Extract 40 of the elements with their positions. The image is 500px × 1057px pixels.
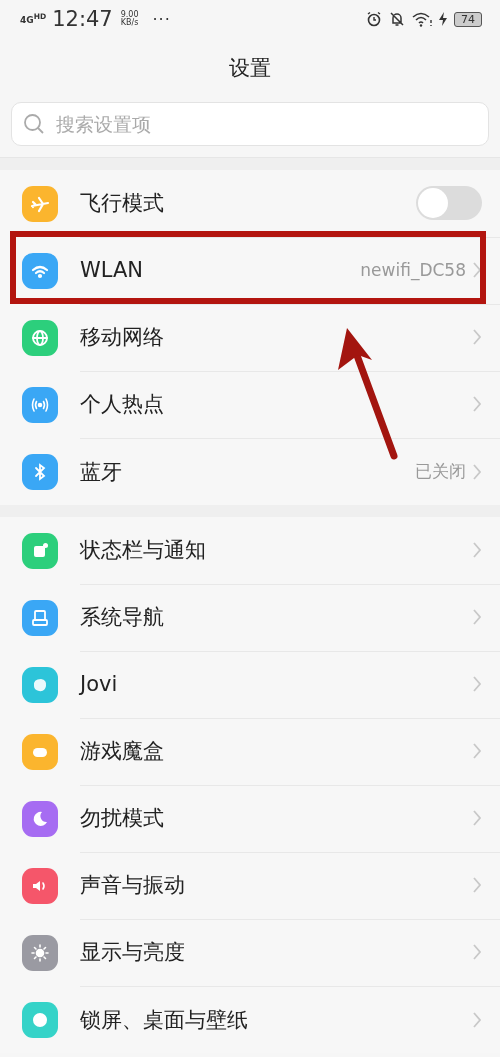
setting-label[interactable]: WLAN <box>80 258 361 282</box>
chevron-icon <box>472 328 482 346</box>
setting-label[interactable]: 锁屏、桌面与壁纸 <box>80 1005 472 1034</box>
chevron-icon <box>472 943 482 961</box>
setting-label[interactable]: 个人热点 <box>80 390 472 418</box>
setting-label[interactable]: Jovi <box>80 672 472 696</box>
chevron-icon <box>472 541 482 559</box>
page-title: 设置 <box>228 55 272 82</box>
setting-label[interactable]: 移动网络 <box>80 323 472 351</box>
setting-label[interactable]: 显示与亮度 <box>80 938 472 966</box>
network-indicator: 4G$^{HD}$ <box>20 13 47 25</box>
setting-label[interactable]: 飞行模式 <box>80 189 416 217</box>
chevron-icon <box>472 809 482 827</box>
chevron-icon <box>472 261 482 279</box>
chevron-icon <box>472 675 482 693</box>
search-icon <box>23 113 45 135</box>
chevron-icon <box>472 876 482 894</box>
wifi-icon <box>412 11 432 27</box>
setting-label[interactable]: 勿扰模式 <box>80 804 472 832</box>
chevron-icon <box>472 462 482 481</box>
clock: 12:47 <box>52 7 113 31</box>
setting-value: newifi_DC58 <box>360 260 466 280</box>
setting-label[interactable]: 系统导航 <box>80 603 472 631</box>
more-indicator: ··· <box>152 9 171 29</box>
alarm-icon <box>366 11 382 27</box>
setting-label[interactable]: 声音与振动 <box>80 871 472 899</box>
chevron-icon <box>472 608 482 626</box>
chevron-icon <box>472 395 482 413</box>
chevron-icon <box>472 1010 482 1029</box>
setting-value: 已关闭 <box>415 460 466 483</box>
network-speed: 9.00 KB/s <box>120 11 139 27</box>
setting-label[interactable]: 游戏魔盒 <box>80 737 472 765</box>
bell-off-icon <box>389 11 405 27</box>
search-field[interactable]: 搜索设置项 <box>11 102 489 146</box>
charging-icon <box>439 12 447 26</box>
setting-label[interactable]: 状态栏与通知 <box>80 536 472 564</box>
toggle-switch[interactable] <box>416 186 482 220</box>
setting-label[interactable]: 蓝牙 <box>80 457 415 486</box>
chevron-icon <box>472 742 482 760</box>
battery-level: 74 <box>454 11 482 27</box>
